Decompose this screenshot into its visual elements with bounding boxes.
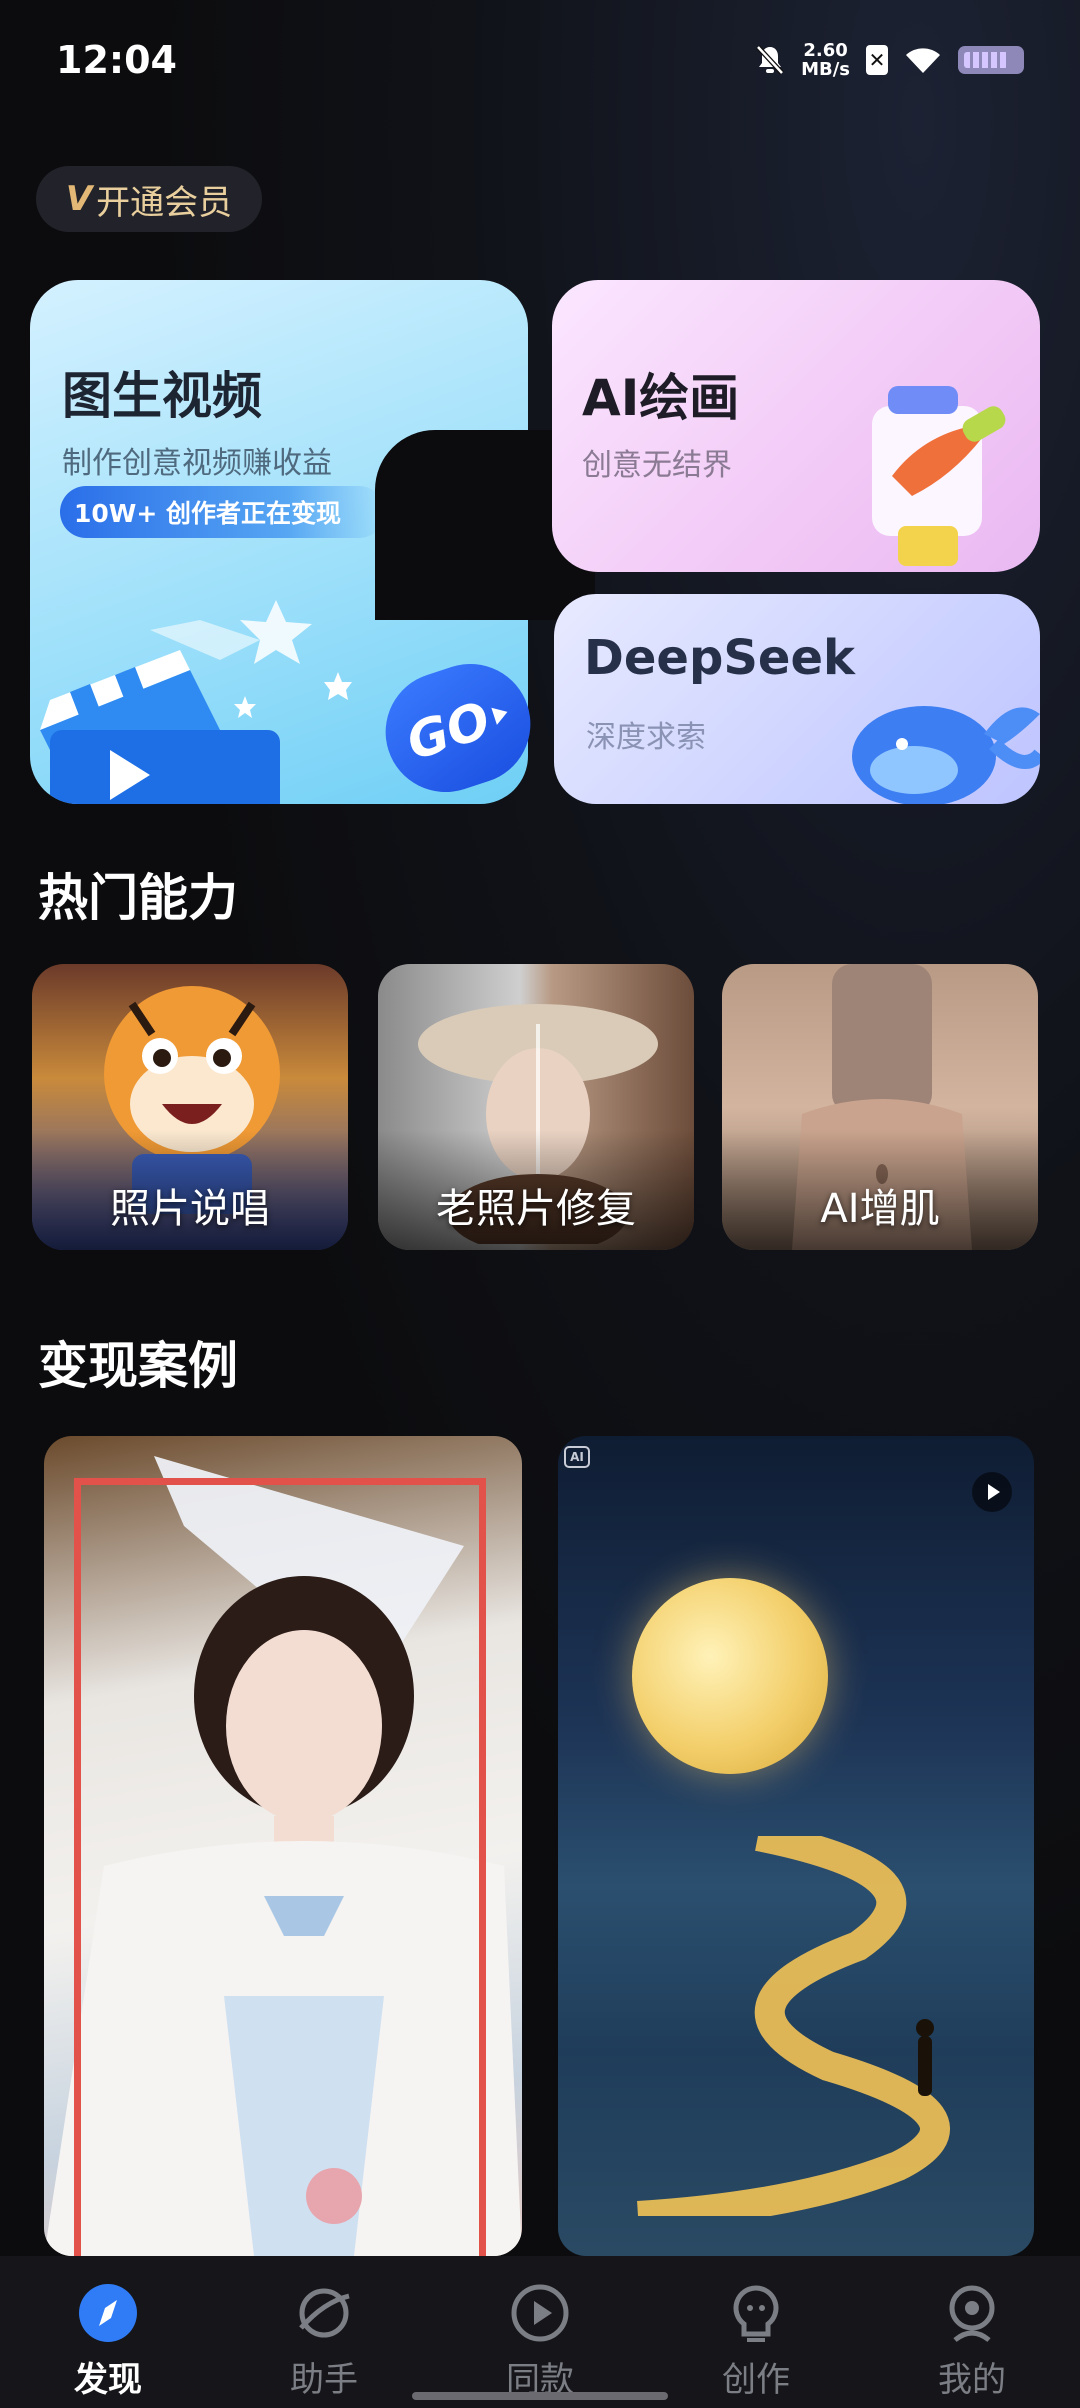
deepseek-subtitle: 深度求索 bbox=[586, 720, 706, 755]
monetization-cases-title: 变现案例 bbox=[38, 1337, 238, 1395]
battery-icon bbox=[958, 46, 1024, 74]
network-speed-value: 2.60 bbox=[803, 40, 848, 61]
creators-pill: 10W+ 创作者正在变现 bbox=[60, 486, 386, 538]
nav-item-discover[interactable]: 发现 bbox=[0, 2256, 216, 2408]
nav-item-assistant[interactable]: 助手 bbox=[216, 2256, 432, 2408]
vip-icon: V bbox=[65, 179, 93, 219]
ai-muscle-tile[interactable]: AI增肌 bbox=[722, 964, 1038, 1250]
clock: 12:04 bbox=[56, 38, 177, 82]
video-play-icon[interactable] bbox=[972, 1472, 1012, 1512]
hot-abilities-title: 热门能力 bbox=[38, 869, 238, 927]
glowing-shore-illustration bbox=[637, 1836, 950, 2216]
bulb-icon bbox=[725, 2282, 787, 2344]
status-icons: 2.60 MB/s ✕ bbox=[755, 40, 1024, 80]
open-membership-label: 开通会员 bbox=[96, 182, 233, 223]
assistant-icon bbox=[293, 2282, 355, 2344]
app-screen: { "status_bar": { "time": "12:04", "spee… bbox=[0, 0, 1080, 2408]
image-to-video-subtitle: 制作创意视频赚收益 bbox=[62, 446, 332, 481]
easel-brush-icon bbox=[872, 386, 1006, 566]
whale-icon bbox=[852, 706, 1040, 804]
go-arrow-icon bbox=[491, 703, 511, 725]
ai-muscle-label: AI增肌 bbox=[820, 1186, 940, 1232]
old-photo-restore-tile[interactable]: 老照片修复 bbox=[378, 964, 694, 1250]
bottom-nav: 发现 助手 同款 创作 我的 bbox=[0, 2256, 1080, 2408]
profile-icon bbox=[941, 2282, 1003, 2344]
nav-item-create[interactable]: 创作 bbox=[648, 2256, 864, 2408]
image-to-video-title: 图生视频 bbox=[62, 367, 262, 425]
old-photo-restore-label: 老照片修复 bbox=[436, 1186, 636, 1232]
ai-badge: AI bbox=[564, 1446, 590, 1468]
deepseek-card[interactable]: DeepSeek 深度求索 bbox=[554, 594, 1040, 804]
moon-illustration bbox=[632, 1578, 828, 1774]
nav-label-assistant: 助手 bbox=[290, 2360, 358, 2400]
nav-label-create: 创作 bbox=[722, 2360, 790, 2400]
go-label: GO bbox=[399, 690, 498, 772]
ai-painting-card[interactable]: AI绘画 创意无结界 bbox=[552, 280, 1040, 572]
wifi-icon bbox=[906, 48, 940, 73]
sim-x-icon: ✕ bbox=[866, 45, 888, 75]
play-triangle bbox=[987, 1484, 1000, 1500]
nav-item-mine[interactable]: 我的 bbox=[864, 2256, 1080, 2408]
nav-label-discover: 发现 bbox=[74, 2360, 142, 2400]
open-membership-button[interactable]: V 开通会员 bbox=[36, 166, 262, 232]
nav-item-same-style[interactable]: 同款 bbox=[432, 2256, 648, 2408]
clapperboard-icon bbox=[40, 600, 352, 804]
case-card-moon-beach[interactable]: AI bbox=[558, 1436, 1034, 2256]
compass-icon bbox=[77, 2282, 139, 2344]
network-speed: 2.60 MB/s bbox=[801, 41, 850, 79]
mute-bell-icon bbox=[756, 45, 784, 75]
network-speed-unit: MB/s bbox=[801, 59, 850, 80]
photo-rap-label: 照片说唱 bbox=[110, 1186, 270, 1232]
status-bar: 12:04 2.60 MB/s ✕ bbox=[0, 0, 1080, 120]
play-circle-icon bbox=[509, 2282, 571, 2344]
nav-label-mine: 我的 bbox=[938, 2360, 1006, 2400]
battery-level bbox=[964, 52, 1008, 68]
photo-rap-tile[interactable]: 照片说唱 bbox=[32, 964, 348, 1250]
highlight-box bbox=[74, 1478, 486, 2296]
home-indicator[interactable] bbox=[412, 2392, 668, 2400]
ai-painting-subtitle: 创意无结界 bbox=[582, 448, 732, 483]
deepseek-title: DeepSeek bbox=[584, 630, 855, 686]
ai-painting-title: AI绘画 bbox=[582, 369, 740, 427]
